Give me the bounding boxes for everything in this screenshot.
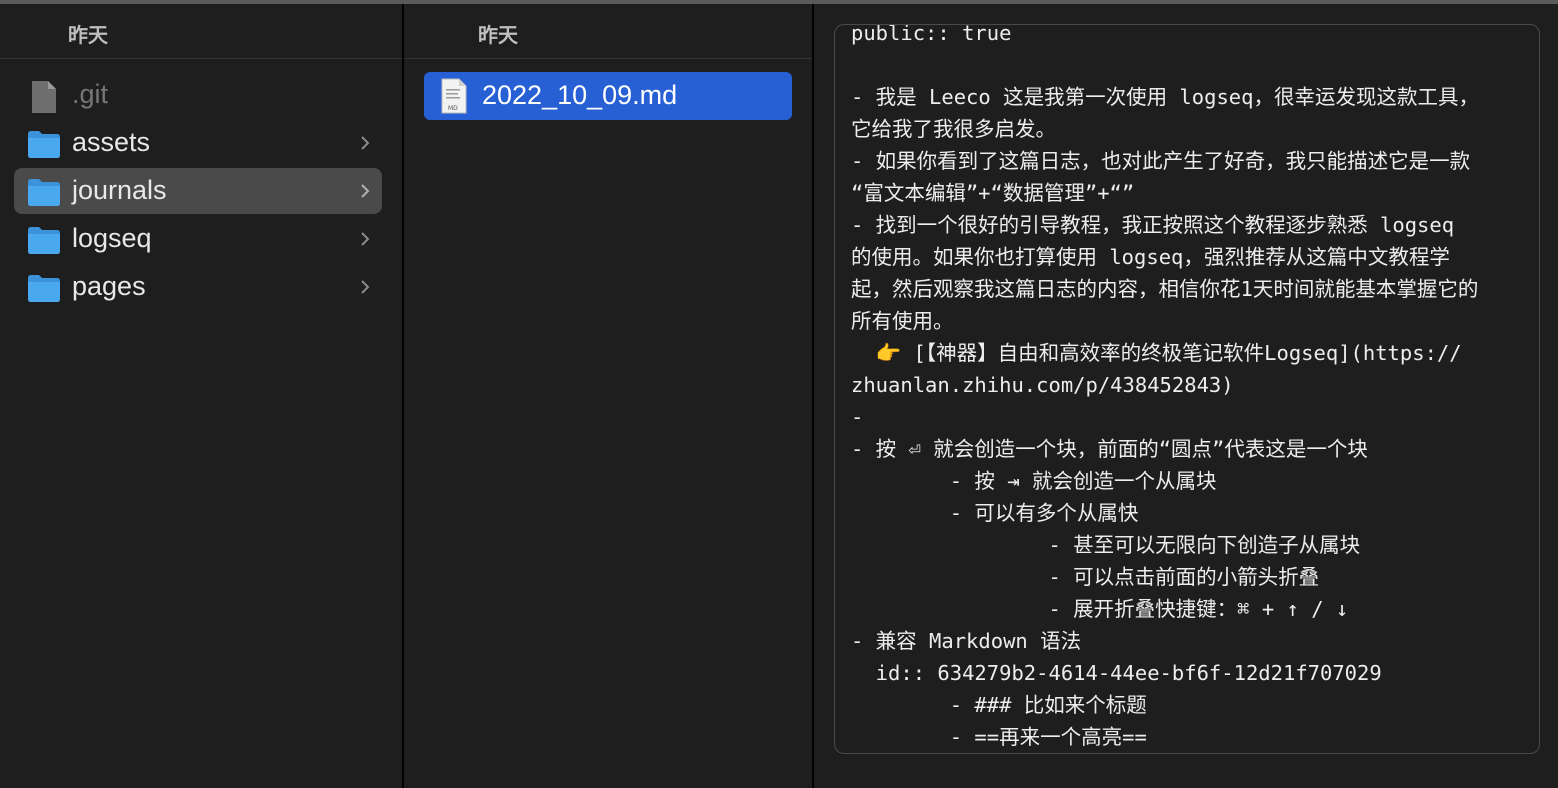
list-item-label: pages <box>72 271 146 301</box>
preview-line: - 可以点击前面的小箭头折叠 <box>851 565 1320 589</box>
file-badge: MD <box>448 105 458 112</box>
preview-line: public:: true <box>851 24 1012 45</box>
preview-line: - ==再来一个高亮== <box>851 725 1147 749</box>
preview-line: “富文本编辑”+“数据管理”+“” <box>851 181 1135 205</box>
preview-line: - 展开折叠快捷键：⌘ + ↑ / ↓ <box>851 597 1349 621</box>
preview-line: id:: 634279b2-4614-44ee-bf6f-12d21f70702… <box>851 661 1382 685</box>
list-item-git[interactable]: .git <box>14 72 382 118</box>
chevron-right-icon <box>358 228 372 250</box>
preview-line: - 按 ⏎ 就会创造一个块，前面的“圆点”代表这是一个块 <box>851 437 1368 461</box>
file-column[interactable]: 昨天 MD 2022_10_09.md <box>404 4 812 788</box>
preview-line: 所有使用。 <box>851 309 954 333</box>
preview-line: - 按 ⇥ 就会创造一个从属块 <box>851 469 1217 493</box>
list-item-label: assets <box>72 127 151 157</box>
preview-line: - 我是 Leeco 这是我第一次使用 logseq，很幸运发现这款工具， <box>851 85 1479 109</box>
file-item-selected[interactable]: MD 2022_10_09.md <box>424 72 792 120</box>
chevron-right-icon <box>358 132 372 154</box>
folder-icon <box>27 226 61 254</box>
column-header-label: 昨天 <box>478 23 518 47</box>
preview-column: public:: true- 我是 Leeco 这是我第一次使用 logseq，… <box>814 4 1558 788</box>
preview-line: - 兼容 Markdown 语法 <box>851 629 1082 653</box>
list-item-label: journals <box>72 175 167 205</box>
folder-column[interactable]: 昨天 .git assets journals logseq pages <box>0 4 402 788</box>
list-item-label: logseq <box>72 223 152 253</box>
preview-line: 起，然后观察我这篇日志的内容，相信你花1天时间就能基本掌握它的 <box>851 277 1479 301</box>
list-item-assets[interactable]: assets <box>14 120 382 166</box>
chevron-right-icon <box>358 276 372 298</box>
preview-line: 它给我了我很多启发。 <box>851 117 1056 141</box>
file-name: 2022_10_09.md <box>482 80 678 110</box>
list-item-journals[interactable]: journals <box>14 168 382 214</box>
preview-line: - 如果你看到了这篇日志，也对此产生了好奇，我只能描述它是一款 <box>851 149 1471 173</box>
preview-line <box>851 49 1527 81</box>
folder-icon <box>27 274 61 302</box>
list-item-label: .git <box>72 79 109 109</box>
preview-line: - 甚至可以无限向下创造子从属块 <box>851 533 1361 557</box>
folder-icon <box>27 178 61 206</box>
preview-line: 👉 [【神器】自由和高效率的终极笔记软件Logseq](https:// <box>851 341 1462 365</box>
preview-line: - **新的内容** <box>851 753 1527 754</box>
preview-line: 的使用。如果你也打算使用 logseq，强烈推荐从这篇中文教程学 <box>851 245 1450 269</box>
document-icon <box>27 81 61 113</box>
list-item-logseq[interactable]: logseq <box>14 216 382 262</box>
preview-line: - ### 比如来个标题 <box>851 693 1147 717</box>
preview-line: - <box>851 405 864 429</box>
preview-text: public:: true- 我是 Leeco 这是我第一次使用 logseq，… <box>851 24 1527 754</box>
markdown-file-icon: MD <box>440 78 468 114</box>
preview-line: zhuanlan.zhihu.com/p/438452843) <box>851 373 1234 397</box>
column-header-label: 昨天 <box>68 23 108 47</box>
preview-line: - 可以有多个从属快 <box>851 501 1139 525</box>
chevron-right-icon <box>358 180 372 202</box>
folder-icon <box>27 130 61 158</box>
list-item-pages[interactable]: pages <box>14 264 382 310</box>
column-header: 昨天 <box>0 4 402 59</box>
column-header: 昨天 <box>404 4 812 59</box>
preview-line: - 找到一个很好的引导教程，我正按照这个教程逐步熟悉 logseq <box>851 213 1455 237</box>
file-preview-pane[interactable]: public:: true- 我是 Leeco 这是我第一次使用 logseq，… <box>834 24 1540 754</box>
